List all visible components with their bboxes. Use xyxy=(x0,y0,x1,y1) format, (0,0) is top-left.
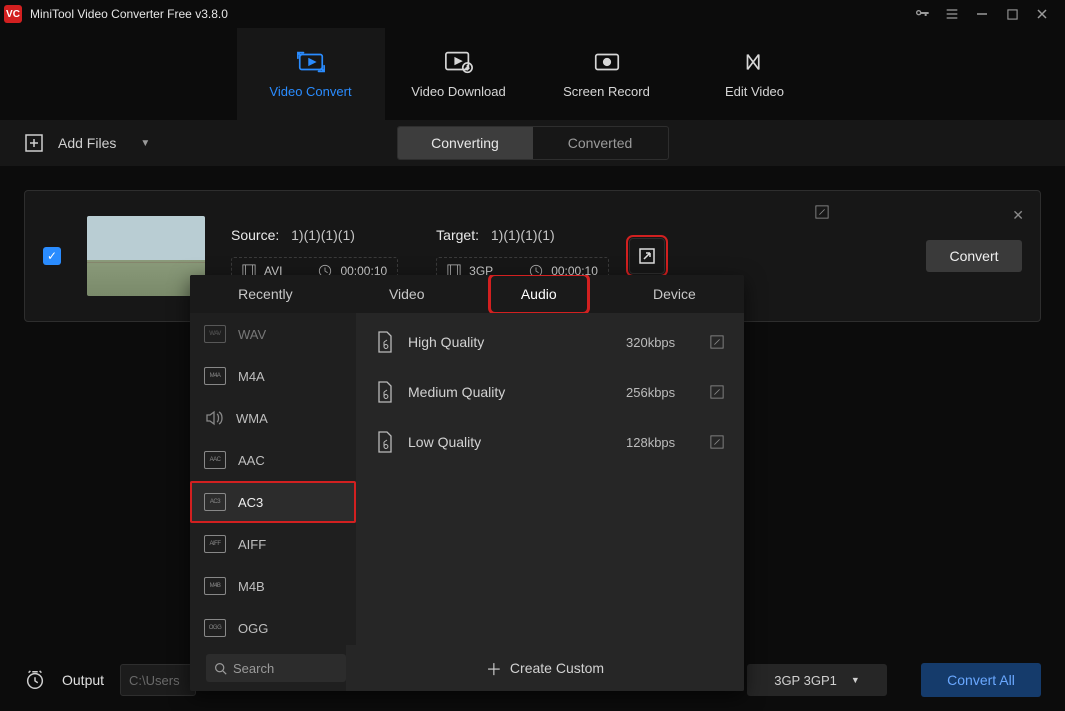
maximize-button[interactable] xyxy=(997,0,1027,28)
quality-name: Low Quality xyxy=(408,434,612,450)
quality-list: High Quality 320kbps Medium Quality 256k… xyxy=(356,313,744,645)
format-item-ogg[interactable]: OGG OGG xyxy=(190,607,356,645)
format-item-ac3[interactable]: AC3 AC3 xyxy=(190,481,356,523)
tab-label: Screen Record xyxy=(563,84,650,99)
tab-video-download[interactable]: Video Download xyxy=(385,28,533,120)
source-filename: 1)(1)(1)(1) xyxy=(291,227,355,243)
target-label: Target: xyxy=(436,227,479,243)
format-picker: Recently Video Audio Device WAV WAV M4A … xyxy=(190,275,744,691)
minimize-button[interactable] xyxy=(967,0,997,28)
tab-screen-record[interactable]: Screen Record xyxy=(533,28,681,120)
tab-video-convert[interactable]: Video Convert xyxy=(237,28,385,120)
menu-icon[interactable] xyxy=(937,0,967,28)
close-icon[interactable]: ✕ xyxy=(1012,207,1024,224)
file-icon: AIFF xyxy=(204,535,226,553)
file-icon: M4A xyxy=(204,367,226,385)
convert-all-button[interactable]: Convert All xyxy=(921,663,1041,697)
format-label: M4A xyxy=(238,369,265,384)
add-files-label: Add Files xyxy=(58,135,116,151)
format-item-m4b[interactable]: M4B M4B xyxy=(190,565,356,607)
format-label: OGG xyxy=(238,621,268,636)
create-custom-label: Create Custom xyxy=(510,660,604,676)
picker-tab-video[interactable]: Video xyxy=(361,278,453,310)
output-label: Output xyxy=(62,672,104,688)
add-files-button[interactable]: Add Files ▼ xyxy=(24,133,150,153)
format-label: AC3 xyxy=(238,495,263,510)
search-icon xyxy=(214,662,227,675)
picker-tab-audio[interactable]: Audio xyxy=(493,278,585,310)
format-list[interactable]: WAV WAV M4A M4A WMA AAC AAC AC3 AC3 AIFF xyxy=(190,313,356,645)
output-path-text: C:\Users xyxy=(129,673,180,688)
picker-tab-device[interactable]: Device xyxy=(625,278,724,310)
search-placeholder: Search xyxy=(233,661,274,676)
picker-footer: Search ＋ Create Custom xyxy=(190,645,744,691)
doc-icon xyxy=(376,381,394,403)
chevron-down-icon[interactable]: ▼ xyxy=(140,138,150,149)
add-file-icon xyxy=(24,133,44,153)
convert-button[interactable]: Convert xyxy=(926,240,1022,272)
picker-tabs: Recently Video Audio Device xyxy=(190,275,744,313)
picker-tab-recently[interactable]: Recently xyxy=(210,278,320,310)
edit-icon[interactable] xyxy=(710,335,724,349)
quality-item-low[interactable]: Low Quality 128kbps xyxy=(376,431,724,453)
close-button[interactable] xyxy=(1027,0,1057,28)
chevron-down-icon: ▼ xyxy=(851,675,860,685)
output-path-field[interactable]: C:\Users xyxy=(120,664,196,696)
plus-icon: ＋ xyxy=(486,656,502,680)
tab-label: Video Download xyxy=(411,84,505,99)
expand-icon xyxy=(639,248,655,264)
main-tabs: Video Convert Video Download Screen Reco… xyxy=(0,28,1065,120)
source-label: Source: xyxy=(231,227,279,243)
file-icon: WAV xyxy=(204,325,226,343)
file-icon: M4B xyxy=(204,577,226,595)
create-custom-button[interactable]: ＋ Create Custom xyxy=(346,645,744,691)
app-logo: VC xyxy=(4,5,22,23)
format-item-m4a[interactable]: M4A M4A xyxy=(190,355,356,397)
quality-bitrate: 128kbps xyxy=(626,435,696,450)
quality-name: High Quality xyxy=(408,334,612,350)
format-item-aiff[interactable]: AIFF AIFF xyxy=(190,523,356,565)
doc-icon xyxy=(376,331,394,353)
preset-label: 3GP 3GP1 xyxy=(774,673,837,688)
video-thumbnail[interactable] xyxy=(87,216,205,296)
quality-item-medium[interactable]: Medium Quality 256kbps xyxy=(376,381,724,403)
target-filename: 1)(1)(1)(1) xyxy=(491,227,555,243)
format-item-wav[interactable]: WAV WAV xyxy=(190,313,356,355)
quality-item-high[interactable]: High Quality 320kbps xyxy=(376,331,724,353)
convert-state-segment: Converting Converted xyxy=(397,126,669,160)
file-checkbox[interactable]: ✓ xyxy=(43,247,61,265)
tab-label: Edit Video xyxy=(725,84,784,99)
format-item-wma[interactable]: WMA xyxy=(190,397,356,439)
titlebar: VC MiniTool Video Converter Free v3.8.0 xyxy=(0,0,1065,28)
format-label: WAV xyxy=(238,327,266,342)
target-settings-button[interactable] xyxy=(629,238,665,274)
key-icon[interactable] xyxy=(907,0,937,28)
output-preset-dropdown[interactable]: 3GP 3GP1 ▼ xyxy=(747,664,887,696)
file-icon: OGG xyxy=(204,619,226,637)
edit-icon[interactable] xyxy=(710,435,724,449)
quality-bitrate: 320kbps xyxy=(626,335,696,350)
tab-edit-video[interactable]: Edit Video xyxy=(681,28,829,120)
format-label: AIFF xyxy=(238,537,266,552)
format-label: WMA xyxy=(236,411,268,426)
quality-bitrate: 256kbps xyxy=(626,385,696,400)
segment-converted[interactable]: Converted xyxy=(533,127,668,159)
format-search-input[interactable]: Search xyxy=(206,654,346,682)
quality-name: Medium Quality xyxy=(408,384,612,400)
speaker-icon xyxy=(204,409,224,427)
toolbar: Add Files ▼ Converting Converted xyxy=(0,120,1065,166)
segment-converting[interactable]: Converting xyxy=(398,127,533,159)
app-title: MiniTool Video Converter Free v3.8.0 xyxy=(30,7,228,21)
format-label: M4B xyxy=(238,579,265,594)
schedule-icon[interactable] xyxy=(24,669,46,691)
doc-icon xyxy=(376,431,394,453)
edit-target-icon[interactable] xyxy=(815,205,829,219)
tab-label: Video Convert xyxy=(269,84,351,99)
file-icon: AAC xyxy=(204,451,226,469)
format-item-aac[interactable]: AAC AAC xyxy=(190,439,356,481)
edit-icon[interactable] xyxy=(710,385,724,399)
file-icon: AC3 xyxy=(204,493,226,511)
format-label: AAC xyxy=(238,453,265,468)
